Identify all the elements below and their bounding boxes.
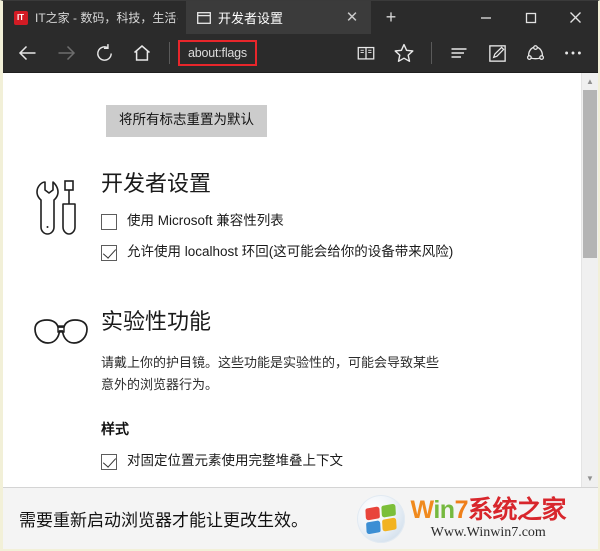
tools-icon [21,171,101,275]
watermark-part-cn: 系统之家 [467,495,567,524]
minimize-icon[interactable] [463,1,508,34]
refresh-icon[interactable] [85,36,123,70]
browser-tab-1[interactable]: IT IT之家 - 数码，科技，生活· [3,1,186,34]
watermark-text: Win7系统之家 Www.Winwin7.com [410,495,567,540]
watermark-part-w: W [410,495,434,524]
scrollbar-thumb[interactable] [583,90,597,258]
scroll-down-arrow-icon[interactable]: ▼ [582,470,598,487]
browser-toolbar: about:flags [3,34,598,73]
toolbar-divider-left [169,42,170,64]
tab-title: 开发者设置 [218,11,284,26]
windows-flag-logo-icon [357,494,406,543]
browser-window: IT IT之家 - 数码，科技，生活· 开发者设置 ✕ + about:flag… [0,0,600,551]
reading-view-icon[interactable] [347,36,385,70]
toolbar-right-group [347,36,592,70]
goggles-icon [21,309,101,484]
titlebar-spacer [411,1,463,34]
scrollbar-track[interactable] [582,90,598,470]
watermark-url: Www.Winwin7.com [430,524,546,540]
forward-arrow-icon[interactable] [47,36,85,70]
back-arrow-icon[interactable] [9,36,47,70]
restart-notification-bar: 需要重新启动浏览器才能让更改生效。 Win7系统之家 Www.Winwin7.c… [3,487,598,549]
section-body: 开发者设置 使用 Microsoft 兼容性列表 允许使用 localhost … [101,171,581,275]
checkbox-stacking-context[interactable] [101,454,117,471]
section-title: 实验性功能 [101,309,212,335]
section-developer-settings: 开发者设置 使用 Microsoft 兼容性列表 允许使用 localhost … [3,171,581,275]
new-tab-button[interactable]: + [371,1,411,34]
checkbox-label: 对固定位置元素使用完整堆叠上下文 [127,453,343,469]
star-icon[interactable] [385,36,423,70]
watermark-part-7: 7 [454,495,469,524]
content-area: 将所有标志重置为默认 开发者设置 使用 Microsoft 兼容性列表 允许使用… [3,73,598,487]
home-icon[interactable] [123,36,161,70]
checkbox-row-localhost-loopback[interactable]: 允许使用 localhost 环回(这可能会给你的设备带来风险) [101,244,569,262]
address-input[interactable]: about:flags [188,46,247,60]
about-flags-page: 将所有标志重置为默认 开发者设置 使用 Microsoft 兼容性列表 允许使用… [3,73,581,487]
section-description: 请戴上你的护目镜。这些功能是实验性的，可能会导致某些意外的浏览器行为。 [101,354,440,393]
watermark-part-in: in [433,495,455,524]
restart-message: 需要重新启动浏览器才能让更改生效。 [19,511,308,530]
toolbar-divider-right [431,42,432,64]
address-bar[interactable]: about:flags [178,36,347,70]
window-controls [463,1,598,34]
title-bar: IT IT之家 - 数码，科技，生活· 开发者设置 ✕ + [3,1,598,34]
close-icon[interactable] [553,1,598,34]
tab-title: IT之家 - 数码，科技，生活· [35,11,178,25]
it-favicon: IT [13,10,28,25]
page-scrollbar[interactable]: ▲ ▼ [581,73,598,487]
maximize-icon[interactable] [508,1,553,34]
checkbox-row-stacking-context[interactable]: 对固定位置元素使用完整堆叠上下文 [101,453,569,471]
section-title: 开发者设置 [101,170,212,196]
subsection-title-styles: 样式 [101,421,129,438]
web-note-icon[interactable] [478,36,516,70]
checkbox-row-compat-list[interactable]: 使用 Microsoft 兼容性列表 [101,213,569,231]
watermark: Win7系统之家 Www.Winwin7.com [357,494,584,543]
page-icon [196,10,211,25]
address-highlight-box: about:flags [178,40,257,66]
close-tab-icon[interactable]: ✕ [341,7,363,29]
checkbox-compat-list[interactable] [101,214,117,231]
section-body: 实验性功能 请戴上你的护目镜。这些功能是实验性的，可能会导致某些意外的浏览器行为… [101,309,581,484]
browser-tab-2[interactable]: 开发者设置 ✕ [186,1,371,34]
reset-all-flags-button[interactable]: 将所有标志重置为默认 [106,105,267,137]
share-icon[interactable] [516,36,554,70]
checkbox-label: 使用 Microsoft 兼容性列表 [127,213,284,229]
checkbox-label: 允许使用 localhost 环回(这可能会给你的设备带来风险) [127,244,454,260]
hub-icon[interactable] [440,36,478,70]
watermark-title: Win7系统之家 [410,495,567,524]
checkbox-localhost-loopback[interactable] [101,245,117,262]
scroll-up-arrow-icon[interactable]: ▲ [582,73,598,90]
section-experimental-features: 实验性功能 请戴上你的护目镜。这些功能是实验性的，可能会导致某些意外的浏览器行为… [3,309,581,484]
more-icon[interactable] [554,36,592,70]
